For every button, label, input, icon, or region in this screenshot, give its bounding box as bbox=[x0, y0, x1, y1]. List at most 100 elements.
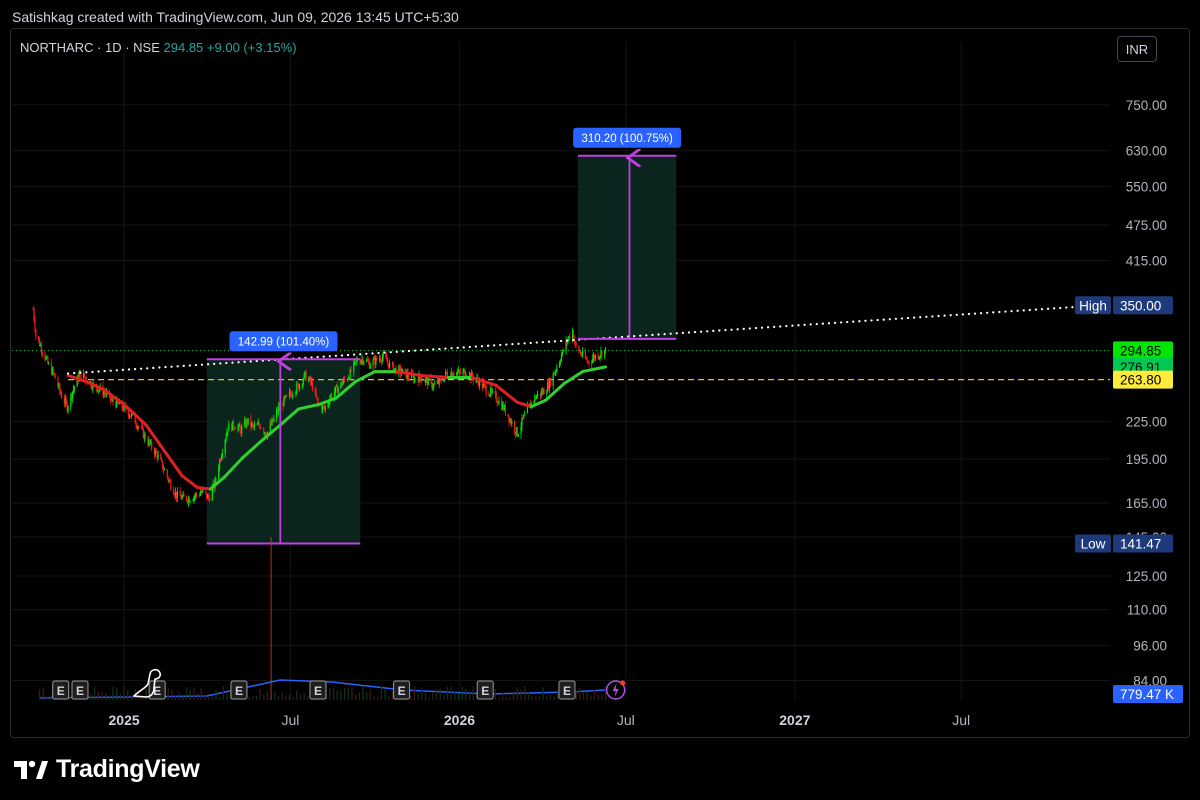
candle-body bbox=[491, 390, 494, 392]
candle-body bbox=[234, 428, 236, 430]
candle-body bbox=[264, 432, 267, 436]
candle-body bbox=[157, 454, 159, 459]
candle-body bbox=[273, 418, 275, 422]
ma-segment bbox=[581, 365, 608, 374]
candle-body bbox=[218, 468, 220, 480]
earnings-mark: E bbox=[235, 684, 243, 698]
symbol-price: 294.85 bbox=[163, 40, 204, 55]
candle-body bbox=[517, 434, 519, 437]
earnings-mark: E bbox=[314, 684, 322, 698]
candle-body bbox=[53, 372, 55, 375]
candle-body bbox=[580, 351, 582, 355]
time-tick-label: 2026 bbox=[444, 712, 475, 728]
candle-body bbox=[443, 380, 445, 382]
candle-body bbox=[228, 423, 230, 431]
candle-body bbox=[521, 417, 523, 427]
candle-body bbox=[208, 498, 211, 501]
candle-body bbox=[464, 369, 466, 376]
candle-body bbox=[260, 428, 262, 430]
candle-body bbox=[438, 378, 440, 384]
price-tick-label: 630.00 bbox=[1126, 144, 1167, 159]
candle-body bbox=[430, 377, 432, 381]
candle-body bbox=[226, 431, 228, 437]
candle-body bbox=[135, 423, 137, 426]
candle-body bbox=[572, 330, 575, 339]
candle-body bbox=[151, 441, 153, 449]
candle-body bbox=[167, 477, 169, 481]
candle-body bbox=[305, 371, 307, 381]
earnings-mark: E bbox=[398, 684, 406, 698]
candle-body bbox=[598, 357, 600, 359]
candle-body bbox=[554, 371, 556, 375]
candle-body bbox=[194, 495, 196, 497]
price-tick-label: 550.00 bbox=[1126, 179, 1167, 194]
candle-body bbox=[54, 374, 56, 379]
candle-body bbox=[224, 440, 226, 454]
symbol-legend[interactable]: NORTHARC · 1D · NSE 294.85 +9.00 (+3.15%… bbox=[20, 40, 297, 55]
candle-body bbox=[128, 410, 130, 417]
candle-body bbox=[317, 399, 319, 404]
candle-body bbox=[363, 361, 365, 363]
candle-body bbox=[432, 387, 434, 388]
candle-body bbox=[61, 394, 63, 399]
candle-body bbox=[256, 424, 258, 426]
high-value-tag: 350.00 bbox=[1120, 298, 1161, 313]
candle-body bbox=[47, 357, 49, 364]
candle-body bbox=[555, 370, 557, 372]
time-tick-label: Jul bbox=[281, 712, 299, 728]
candle-body bbox=[181, 496, 183, 500]
candle-body bbox=[556, 367, 558, 371]
candle-body bbox=[389, 362, 391, 368]
candle-body bbox=[193, 496, 195, 501]
currency-button[interactable]: INR bbox=[1117, 36, 1157, 62]
ma-segment bbox=[529, 398, 548, 409]
grid-lines bbox=[12, 42, 1110, 700]
candle-body bbox=[552, 373, 554, 386]
candle-body bbox=[315, 391, 317, 397]
lightning-bolt-icon bbox=[612, 683, 619, 697]
candle-body bbox=[523, 415, 525, 419]
chart-canvas[interactable]: 142.99 (101.40%) 310.20 (100.75%) 750.00 6… bbox=[0, 0, 1200, 800]
candle-body bbox=[173, 489, 175, 495]
candle-body bbox=[585, 358, 587, 360]
candle-body bbox=[353, 361, 355, 372]
candle-body bbox=[35, 330, 37, 337]
candle-body bbox=[104, 392, 106, 394]
candle-body bbox=[404, 368, 406, 370]
candle-body bbox=[295, 391, 297, 396]
candle-body bbox=[83, 373, 86, 378]
candle-body bbox=[424, 378, 427, 382]
candle-body bbox=[72, 388, 75, 392]
candle-body bbox=[399, 366, 401, 368]
tradingview-logo: TradingView bbox=[14, 755, 200, 784]
candle-body bbox=[495, 393, 497, 402]
candle-body bbox=[366, 360, 369, 362]
ma-segment bbox=[84, 379, 106, 392]
candle-body bbox=[176, 491, 178, 499]
candle-body bbox=[328, 403, 330, 405]
candle-body bbox=[459, 372, 461, 374]
candle-body bbox=[601, 350, 603, 357]
candle-body bbox=[434, 383, 436, 385]
candle-body bbox=[433, 384, 435, 388]
volume-value-tag: 779.47 K bbox=[1120, 687, 1174, 702]
price-tick-label: 110.00 bbox=[1127, 603, 1167, 618]
candle-body bbox=[97, 389, 99, 392]
candle-body bbox=[232, 421, 235, 428]
time-tick-label: Jul bbox=[617, 712, 635, 728]
candle-body bbox=[484, 384, 486, 387]
low-value-tag: 141.47 bbox=[1120, 536, 1161, 551]
candle-body bbox=[227, 430, 229, 432]
price-tick-label: 225.00 bbox=[1126, 414, 1167, 429]
candle-body bbox=[200, 492, 202, 494]
earnings-mark: E bbox=[563, 684, 571, 698]
candle-body bbox=[205, 490, 207, 494]
candle-body bbox=[289, 391, 292, 395]
candle-body bbox=[594, 355, 597, 359]
candle-body bbox=[247, 418, 249, 424]
candle-body bbox=[283, 396, 285, 407]
candle-body bbox=[584, 351, 586, 359]
candle-body bbox=[592, 358, 594, 363]
candle-body bbox=[160, 454, 162, 460]
candle-body bbox=[462, 370, 464, 374]
